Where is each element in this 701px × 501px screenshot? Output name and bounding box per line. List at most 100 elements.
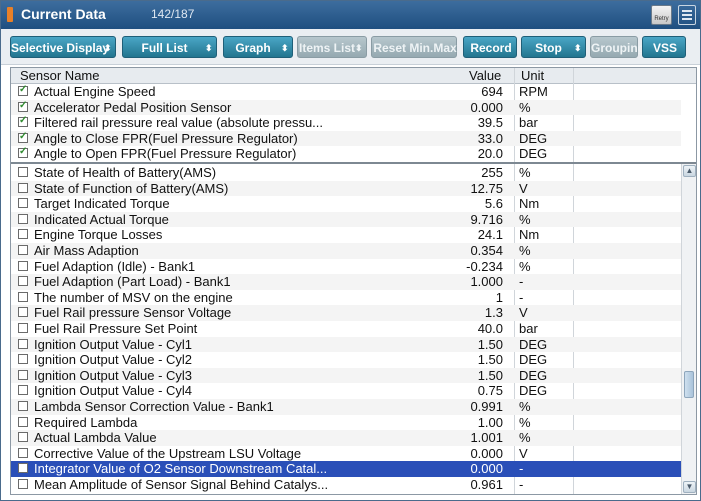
row-checkbox[interactable] — [18, 146, 28, 159]
row-checkbox[interactable] — [18, 385, 28, 396]
row-checkbox[interactable] — [18, 354, 28, 365]
row-checkbox[interactable] — [18, 245, 28, 255]
sensor-value: 1 — [495, 289, 503, 305]
sensor-value: 5.6 — [484, 196, 503, 212]
table-row[interactable]: Fuel Adaption (Idle) - Bank1 -0.234% — [11, 259, 681, 275]
table-row[interactable]: Fuel Rail Pressure Set Point 40.0 bar — [11, 321, 681, 337]
grouping-button[interactable]: Grouping — [590, 36, 645, 58]
table-row[interactable]: Actual Lambda Value 1.001% — [11, 430, 681, 446]
table-row[interactable]: Ignition Output Value - Cyl4 0.75 DEG — [11, 383, 681, 399]
table-row[interactable]: Accelerator Pedal Position Sensor 0.000% — [11, 99, 681, 116]
stop-button[interactable]: Stop ⬍ — [521, 36, 586, 58]
row-checkbox[interactable] — [18, 401, 28, 411]
row-checkbox[interactable] — [18, 84, 28, 96]
sensor-unit: DEG — [519, 383, 548, 399]
sensor-name: Fuel Rail Pressure Set Point — [34, 321, 198, 336]
table-row[interactable]: Actual Engine Speed 694 RPM — [11, 84, 681, 100]
table-row[interactable]: Corrective Value of the Upstream LSU Vol… — [11, 446, 681, 462]
table-row[interactable]: Ignition Output Value - Cyl1 1.50 DEG — [11, 336, 681, 353]
table-row[interactable]: Ignition Output Value - Cyl2 1.50 DEG — [11, 352, 681, 368]
selective-display-button[interactable]: Selective Display ⬍ — [10, 36, 116, 58]
sensor-name: Ignition Output Value - Cyl1 — [34, 336, 193, 352]
sensor-unit: - — [519, 289, 524, 305]
row-checkbox[interactable] — [18, 447, 28, 458]
sensor-value: 24.1 — [477, 227, 503, 243]
table-row[interactable]: Angle to Open FPR(Fuel Pressure Regulato… — [11, 146, 681, 162]
sensor-name: Indicated Actual Torque — [34, 211, 169, 227]
col-value[interactable]: Value — [469, 68, 501, 84]
sensor-value: 12.75 — [470, 180, 503, 196]
row-checkbox[interactable] — [18, 229, 28, 240]
row-checkbox[interactable] — [18, 338, 28, 349]
row-checkbox[interactable] — [18, 260, 28, 271]
table-row[interactable]: Mean Amplitude of Sensor Signal Behind C… — [11, 477, 681, 493]
row-checkbox[interactable] — [18, 213, 28, 224]
row-checkbox[interactable] — [18, 131, 28, 143]
sensor-name: Angle to Open FPR(Fuel Pressure Regulato… — [34, 146, 297, 162]
table-row[interactable]: Angle to Close FPR(Fuel Pressure Regulat… — [11, 130, 681, 147]
table-row[interactable]: Air Mass Adaption 0.354% — [11, 243, 681, 259]
sensor-name: Mean Amplitude of Sensor Signal Behind C… — [34, 477, 329, 492]
retry-button[interactable]: Retry — [651, 5, 672, 25]
sensor-value: 1.50 — [477, 352, 503, 368]
table-row[interactable]: Lambda Sensor Correction Value - Bank1 0.… — [11, 399, 681, 415]
row-checkbox[interactable] — [18, 416, 28, 427]
table-row[interactable]: Required Lambda 1.00% — [11, 415, 681, 431]
scrollbar-thumb[interactable] — [684, 371, 694, 398]
table-row[interactable]: Fuel Adaption (Part Load) - Bank1 1.000- — [11, 274, 681, 290]
record-button[interactable]: Record — [463, 36, 517, 58]
row-checkbox[interactable] — [18, 115, 28, 128]
menu-icon[interactable] — [678, 5, 696, 25]
row-checkbox[interactable] — [18, 307, 28, 318]
data-icon — [7, 7, 13, 22]
sensor-value: 0.354 — [470, 243, 503, 258]
row-checkbox[interactable] — [18, 463, 28, 474]
sensor-name: Filtered rail pressure real value (absol… — [34, 115, 324, 131]
row-checkbox[interactable] — [18, 369, 28, 380]
table-row[interactable]: State of Health of Battery(AMS) 255% — [11, 165, 681, 181]
button-label: Full List — [141, 41, 188, 55]
sensor-unit: DEG — [519, 367, 548, 383]
row-checkbox[interactable] — [18, 479, 28, 489]
sensor-unit: % — [519, 258, 531, 274]
sensor-value: 1.000 — [470, 274, 503, 290]
row-checkbox[interactable] — [18, 182, 28, 193]
table-row[interactable]: The number of MSV on the engine 1- — [11, 290, 681, 306]
graph-button[interactable]: Graph ⬍ — [223, 36, 293, 58]
row-checkbox[interactable] — [18, 276, 28, 287]
sensor-value: 0.75 — [477, 383, 503, 399]
toolbar: Selective Display ⬍ Full List ⬍ Graph ⬍ Items … — [1, 29, 700, 65]
sensor-value: 0.991 — [470, 399, 503, 414]
arrow-up-icon[interactable]: ▲ — [683, 165, 696, 177]
sensor-unit: % — [519, 165, 531, 180]
table-row[interactable]: Engine Torque Losses 24.1 Nm — [11, 227, 681, 243]
sensor-unit: RPM — [519, 84, 548, 99]
items-list-button[interactable]: Items List ⬍ — [297, 36, 367, 58]
row-checkbox[interactable] — [18, 432, 28, 443]
row-checkbox[interactable] — [18, 198, 28, 209]
sensor-unit: - — [519, 477, 524, 492]
table-row[interactable]: Target Indicated Torque 5.6 Nm — [11, 196, 681, 212]
table-row[interactable]: State of Function of Battery(AMS) 12.75 V — [11, 180, 681, 197]
sensor-value: 39.5 — [477, 115, 503, 131]
button-label: Stop — [535, 41, 562, 55]
table-row[interactable]: Filtered rail pressure real value (absol… — [11, 115, 681, 131]
row-checkbox[interactable] — [18, 323, 28, 333]
row-checkbox[interactable] — [18, 291, 28, 302]
table-row[interactable]: Ignition Output Value - Cyl3 1.50 DEG — [11, 367, 681, 384]
vertical-scrollbar[interactable]: ▲ ▼ — [681, 164, 696, 494]
col-sensor-name[interactable]: Sensor Name — [20, 68, 99, 84]
row-checkbox[interactable] — [18, 100, 28, 112]
table-row[interactable]: Indicated Actual Torque 9.716% — [11, 211, 681, 228]
row-checkbox[interactable] — [18, 167, 28, 177]
vss-button[interactable]: VSS — [642, 36, 686, 58]
table-row[interactable]: Fuel Rail pressure Sensor Voltage 1.3 V — [11, 305, 681, 321]
col-unit[interactable]: Unit — [521, 68, 544, 84]
arrow-down-icon[interactable]: ▼ — [683, 481, 696, 493]
full-list-button[interactable]: Full List ⬍ — [122, 36, 217, 58]
sensor-name: Corrective Value of the Upstream LSU Vol… — [34, 445, 302, 461]
sensor-value: 9.716 — [470, 211, 503, 227]
sensor-name: Actual Lambda Value — [34, 430, 157, 446]
reset-min-max-button[interactable]: Reset Min.Max — [371, 36, 457, 58]
table-row[interactable]: Integrator Value of O2 Sensor Downstream… — [11, 461, 681, 477]
